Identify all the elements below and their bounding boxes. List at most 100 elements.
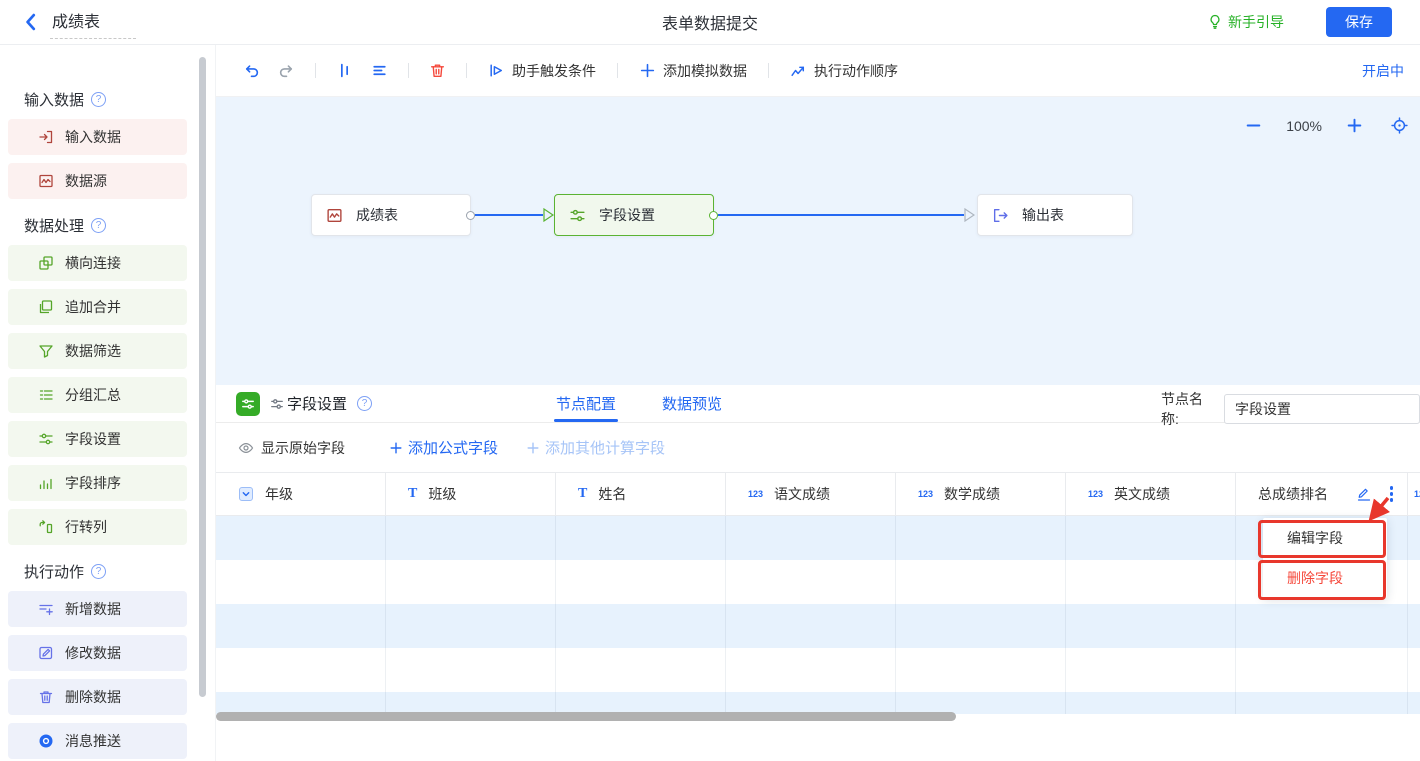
- menu-item-edit-field[interactable]: 编辑字段: [1263, 518, 1387, 558]
- column-header-name[interactable]: T 姓名: [556, 473, 726, 515]
- sidebar-item-append-merge[interactable]: 追加合并: [8, 289, 187, 325]
- node-name-group: 节点名称:: [1161, 389, 1420, 429]
- field-table-header: 年级 T 班级 T 姓名 123 语文成绩 123 数学成绩: [216, 472, 1420, 516]
- edit-field-icon[interactable]: [1356, 486, 1372, 502]
- action-order-button[interactable]: 执行动作顺序: [790, 61, 898, 81]
- add-mock-data-label: 添加模拟数据: [663, 61, 747, 81]
- column-header-math-score[interactable]: 123 数学成绩: [896, 473, 1066, 515]
- sidebar-item-row-to-column[interactable]: 行转列: [8, 509, 187, 545]
- sidebar-item-label: 字段排序: [65, 473, 121, 493]
- workflow-title[interactable]: 成绩表: [50, 6, 136, 39]
- delete-node-icon[interactable]: [429, 62, 446, 79]
- help-icon[interactable]: ?: [357, 396, 372, 411]
- section-title-label: 执行动作: [24, 561, 84, 582]
- sidebar-item-label: 数据筛选: [65, 341, 121, 361]
- select-type-icon: [238, 486, 254, 502]
- sidebar-item-message-push[interactable]: 消息推送: [8, 723, 187, 759]
- field-sort-icon: [38, 475, 54, 491]
- help-icon[interactable]: ?: [91, 564, 106, 579]
- column-header-class[interactable]: T 班级: [386, 473, 556, 515]
- sidebar-item-horizontal-join[interactable]: 横向连接: [8, 245, 187, 281]
- chevron-left-icon: [20, 11, 42, 33]
- plus-icon: [639, 62, 656, 79]
- edge-arrowhead-green: [543, 208, 554, 222]
- column-header-chinese-score[interactable]: 123 语文成绩: [726, 473, 896, 515]
- field-dropdown-menu: 编辑字段 删除字段: [1263, 518, 1387, 598]
- number-type-icon: 123: [918, 489, 933, 499]
- horizontal-scrollbar[interactable]: [216, 712, 956, 721]
- sidebar-item-label: 消息推送: [65, 731, 121, 751]
- show-original-fields-toggle[interactable]: 显示原始字段: [238, 438, 345, 458]
- zoom-out-icon[interactable]: [1245, 117, 1262, 134]
- column-header-english-score[interactable]: 123 英文成绩: [1066, 473, 1236, 515]
- sidebar-item-add-data[interactable]: 新增数据: [8, 591, 187, 627]
- workflow-status[interactable]: 开启中: [1362, 61, 1404, 81]
- tab-node-config[interactable]: 节点配置: [556, 385, 616, 422]
- sidebar-item-field-sort[interactable]: 字段排序: [8, 465, 187, 501]
- toolbar-divider: [408, 63, 409, 78]
- group-summary-icon: [38, 387, 54, 403]
- topbar-actions: 新手引导 保存: [1207, 7, 1420, 37]
- column-header-partial[interactable]: 123: [1408, 473, 1420, 515]
- flow-canvas[interactable]: 100% 成绩表 字段设置 输出表: [216, 97, 1420, 385]
- datasource-icon: [326, 207, 343, 224]
- sidebar-item-edit-data[interactable]: 修改数据: [8, 635, 187, 671]
- menu-item-delete-field[interactable]: 删除字段: [1263, 558, 1387, 598]
- add-formula-field-button[interactable]: 添加公式字段: [389, 437, 498, 458]
- help-icon[interactable]: ?: [91, 92, 106, 107]
- output-port[interactable]: [709, 211, 718, 220]
- column-label: 语文成绩: [774, 484, 830, 504]
- sidebar-item-label: 追加合并: [65, 297, 121, 317]
- column-label: 数学成绩: [944, 484, 1000, 504]
- node-label: 输出表: [1022, 205, 1064, 225]
- column-label: 班级: [428, 484, 456, 504]
- output-port[interactable]: [466, 211, 475, 220]
- beginner-guide-button[interactable]: 新手引导: [1207, 12, 1284, 32]
- sidebar-item-field-settings[interactable]: 字段设置: [8, 421, 187, 457]
- redo-icon[interactable]: [278, 62, 295, 79]
- column-header-grade[interactable]: 年级: [216, 473, 386, 515]
- column-header-total-rank[interactable]: 总成绩排名: [1236, 473, 1408, 515]
- panel-header: 字段设置 ? 节点配置 数据预览 节点名称:: [216, 385, 1420, 423]
- back-button[interactable]: [20, 11, 42, 33]
- column-tools: [1356, 484, 1408, 504]
- field-settings-icon: [38, 431, 54, 447]
- sidebar-item-delete-data[interactable]: 删除数据: [8, 679, 187, 715]
- column-label: 姓名: [598, 484, 626, 504]
- help-icon[interactable]: ?: [91, 218, 106, 233]
- sidebar-item-input-data[interactable]: 输入数据: [8, 119, 187, 155]
- align-horizontal-icon[interactable]: [371, 62, 388, 79]
- toolbar-divider: [466, 63, 467, 78]
- node-field-settings[interactable]: 字段设置: [554, 194, 714, 236]
- add-mock-data-button[interactable]: 添加模拟数据: [639, 61, 747, 81]
- node-name-input[interactable]: [1224, 394, 1420, 424]
- field-table-body: [216, 516, 1420, 714]
- panel-tabs: 节点配置 数据预览: [556, 385, 722, 422]
- filter-icon: [38, 343, 54, 359]
- number-type-icon: 123: [1088, 489, 1103, 499]
- node-score-table[interactable]: 成绩表: [311, 194, 471, 236]
- flow-toolbar: 助手触发条件 添加模拟数据 执行动作顺序 开启中: [216, 45, 1420, 97]
- sidebar-item-data-filter[interactable]: 数据筛选: [8, 333, 187, 369]
- sidebar-section-data-processing: 数据处理 ? 横向连接 追加合并 数据筛选 分组汇总 字段设置: [0, 215, 190, 545]
- zoom-in-icon[interactable]: [1346, 117, 1363, 134]
- sidebar-item-datasource[interactable]: 数据源: [8, 163, 187, 199]
- undo-icon[interactable]: [243, 62, 260, 79]
- sidebar-scrollbar[interactable]: [199, 57, 206, 697]
- sidebar-item-group-summary[interactable]: 分组汇总: [8, 377, 187, 413]
- panel-actions: 显示原始字段 添加公式字段 添加其他计算字段: [216, 423, 1420, 472]
- save-button[interactable]: 保存: [1326, 7, 1392, 37]
- assistant-trigger-button[interactable]: 助手触发条件: [488, 61, 596, 81]
- align-vertical-icon[interactable]: [336, 62, 353, 79]
- number-type-icon: 123: [748, 489, 763, 499]
- field-settings-mini-icon: [270, 397, 284, 411]
- field-menu-icon[interactable]: [1388, 484, 1396, 504]
- fit-view-icon[interactable]: [1391, 117, 1408, 134]
- join-icon: [38, 255, 54, 271]
- export-icon: [992, 207, 1009, 224]
- node-output-table[interactable]: 输出表: [977, 194, 1133, 236]
- column-label: 年级: [265, 484, 293, 504]
- tab-data-preview[interactable]: 数据预览: [662, 385, 722, 422]
- add-other-calc-field-button[interactable]: 添加其他计算字段: [526, 437, 665, 458]
- sidebar-section-input-data: 输入数据 ? 输入数据 数据源: [0, 89, 190, 199]
